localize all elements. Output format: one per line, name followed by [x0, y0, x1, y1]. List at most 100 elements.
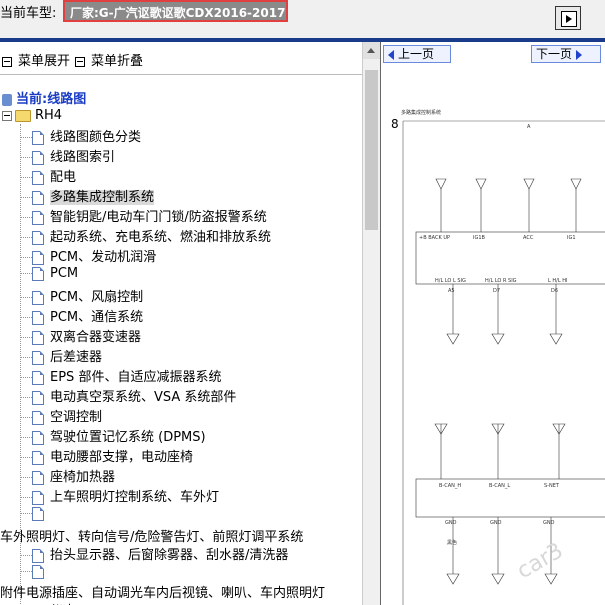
next-page-button[interactable]: 下一页 [531, 45, 601, 63]
expand-menu-button[interactable]: 菜单展开 [2, 50, 70, 69]
tree-item-label: PCM、风扇控制 [50, 290, 144, 305]
tree-item[interactable]: PCM、通信系统 [20, 306, 143, 326]
book-icon [2, 93, 12, 106]
vehicle-model-value: 厂家:G-广汽讴歌讴歌CDX2016-2017 [70, 6, 286, 20]
tree-item[interactable]: 座椅加热器 [20, 466, 115, 486]
forward-icon [561, 11, 577, 27]
signal-label: H/L LO R SIG [485, 278, 517, 284]
tree-item-label: 智能钥匙/电动车门门锁/防盗报警系统 [50, 210, 267, 225]
tree-item-label: 电动腰部支撑，电动座椅 [50, 450, 194, 465]
fuse-symbol [475, 178, 487, 190]
document-icon [32, 190, 44, 205]
tree-item[interactable]: 起动系统、充电系统、燃油和排放系统 [20, 226, 271, 246]
pager-bar: 上一页 下一页 [381, 42, 605, 68]
tree-connector [20, 555, 32, 556]
tree-connector [20, 337, 32, 338]
tree-item-label: 起动系统、充电系统、燃油和排放系统 [50, 230, 272, 245]
scrollbar-thumb[interactable] [365, 70, 378, 230]
tree-connector [20, 437, 32, 438]
tree-item[interactable]: 线路图索引 [20, 146, 115, 166]
previous-page-button[interactable]: 上一页 [383, 45, 451, 63]
tree-item[interactable]: PCM、发动机润滑 [20, 246, 156, 266]
tree-item-label: EPS 部件、自适应减振器系统 [50, 370, 222, 385]
tree-item[interactable]: PCM、风扇控制 [20, 286, 143, 306]
ground-symbol [446, 333, 460, 345]
menu-tree-pane: 菜单展开 菜单折叠 当前:线路图 RH4 线路图颜色分类线路图索引 配电多路集成控… [0, 42, 363, 605]
ground-symbol [491, 573, 505, 585]
tree-item-label: 座椅加热器 [50, 470, 116, 485]
vehicle-model-selector[interactable]: 厂家:G-广汽讴歌讴歌CDX2016-2017 [63, 0, 288, 22]
pin-label: ACC [523, 235, 534, 241]
collapse-menu-button[interactable]: 菜单折叠 [75, 50, 143, 69]
tree-item[interactable]: 智能钥匙/电动车门门锁/防盗报警系统 [20, 206, 267, 226]
tree-root-label: RH4 [35, 108, 63, 123]
tree-connector [20, 377, 32, 378]
tree-item-label: 抬头显示器、后窗除雾器、刮水器/清洗器 [50, 548, 289, 563]
tree-item-label: PCM [50, 266, 79, 281]
tree-connector [20, 197, 32, 198]
gnd-label: GND [445, 520, 457, 526]
top-bar: 当前车型: 厂家:G-广汽讴歌讴歌CDX2016-2017 [0, 0, 605, 38]
document-icon [32, 130, 44, 145]
tree-item[interactable] [20, 564, 50, 584]
tree-connector [20, 477, 32, 478]
tree-item[interactable]: 线路图颜色分类 [20, 126, 141, 146]
document-icon [32, 230, 44, 245]
tree-item-overflow-text[interactable]: 附件电源插座、自动调光车内后视镜、喇叭、车内照明灯 [0, 582, 325, 602]
tree-item[interactable]: 仪表 [20, 600, 76, 605]
tree-item-label: 上车照明灯控制系统、车外灯 [50, 490, 220, 505]
tree-item-label: 线路图索引 [50, 150, 116, 165]
document-icon [32, 250, 44, 265]
document-icon [32, 548, 44, 563]
tree-item[interactable]: 双离合器变速器 [20, 326, 141, 346]
document-icon [32, 470, 44, 485]
tree-item[interactable]: 抬头显示器、后窗除雾器、刮水器/清洗器 [20, 544, 288, 564]
document-icon [32, 370, 44, 385]
pin-code: A5 [448, 288, 455, 294]
tree-connector [20, 457, 32, 458]
signal-label: H/L LO L SIG [435, 278, 466, 284]
collapse-menu-label: 菜单折叠 [91, 54, 144, 69]
tree-item[interactable]: 电动腰部支撑，电动座椅 [20, 446, 193, 466]
current-location-label: 当前:线路图 [16, 92, 87, 107]
arrow-right-icon [576, 49, 583, 60]
tree-item[interactable]: 多路集成控制系统 [20, 186, 155, 206]
document-icon [32, 450, 44, 465]
collapse-node-icon[interactable] [2, 110, 12, 121]
tree-item[interactable] [20, 506, 50, 526]
tree-item[interactable]: 配电 [20, 166, 76, 186]
pin-code: D6 [551, 288, 558, 294]
wiring-diagram[interactable]: 多路集成控制系统 8 A +B BACK UP IG1B ACC IG1 H/L… [381, 104, 605, 605]
tree-item[interactable]: 后差速器 [20, 346, 102, 366]
arrow-left-icon [388, 49, 394, 60]
tree-item-label: 驾驶位置记忆系统 (DPMS) [50, 430, 206, 445]
tree-item[interactable]: 电动真空泵系统、VSA 系统部件 [20, 386, 236, 406]
tree-item-label: 双离合器变速器 [50, 330, 142, 345]
tree-connector [20, 177, 32, 178]
tree-item[interactable]: 驾驶位置记忆系统 (DPMS) [20, 426, 206, 446]
tree-item-label: PCM、发动机润滑 [50, 250, 157, 265]
tree-item[interactable]: 上车照明灯控制系统、车外灯 [20, 486, 219, 506]
document-icon [32, 170, 44, 185]
tree-item-overflow-text[interactable]: 车外照明灯、转向信号/危险警告灯、前照灯调平系统 [0, 526, 303, 546]
vehicle-model-label: 当前车型: [0, 6, 57, 21]
gnd-label: GND [543, 520, 555, 526]
scroll-up-arrow-icon[interactable] [363, 42, 380, 59]
gnd-label: GND [490, 520, 502, 526]
tree-connector [20, 513, 32, 514]
menu-scrollbar[interactable] [362, 42, 380, 605]
diagram-viewer: 上一页 下一页 多路集成控制系统 8 A +B BACK UP IG1B ACC… [380, 42, 605, 605]
ground-symbol [549, 333, 563, 345]
tree-item[interactable]: 空调控制 [20, 406, 102, 426]
current-location: 当前:线路图 [2, 88, 86, 107]
tree-item[interactable]: EPS 部件、自适应减振器系统 [20, 366, 221, 386]
tree-root-node[interactable]: RH4 [2, 108, 62, 123]
document-icon [32, 330, 44, 345]
tree-connector [20, 273, 32, 274]
tree-item[interactable]: PCM [20, 266, 78, 286]
tree-item-label: 多路集成控制系统 [50, 190, 155, 205]
document-icon [32, 390, 44, 405]
folder-icon [15, 109, 31, 122]
forward-button[interactable] [555, 6, 581, 30]
pin-code: D7 [493, 288, 500, 294]
